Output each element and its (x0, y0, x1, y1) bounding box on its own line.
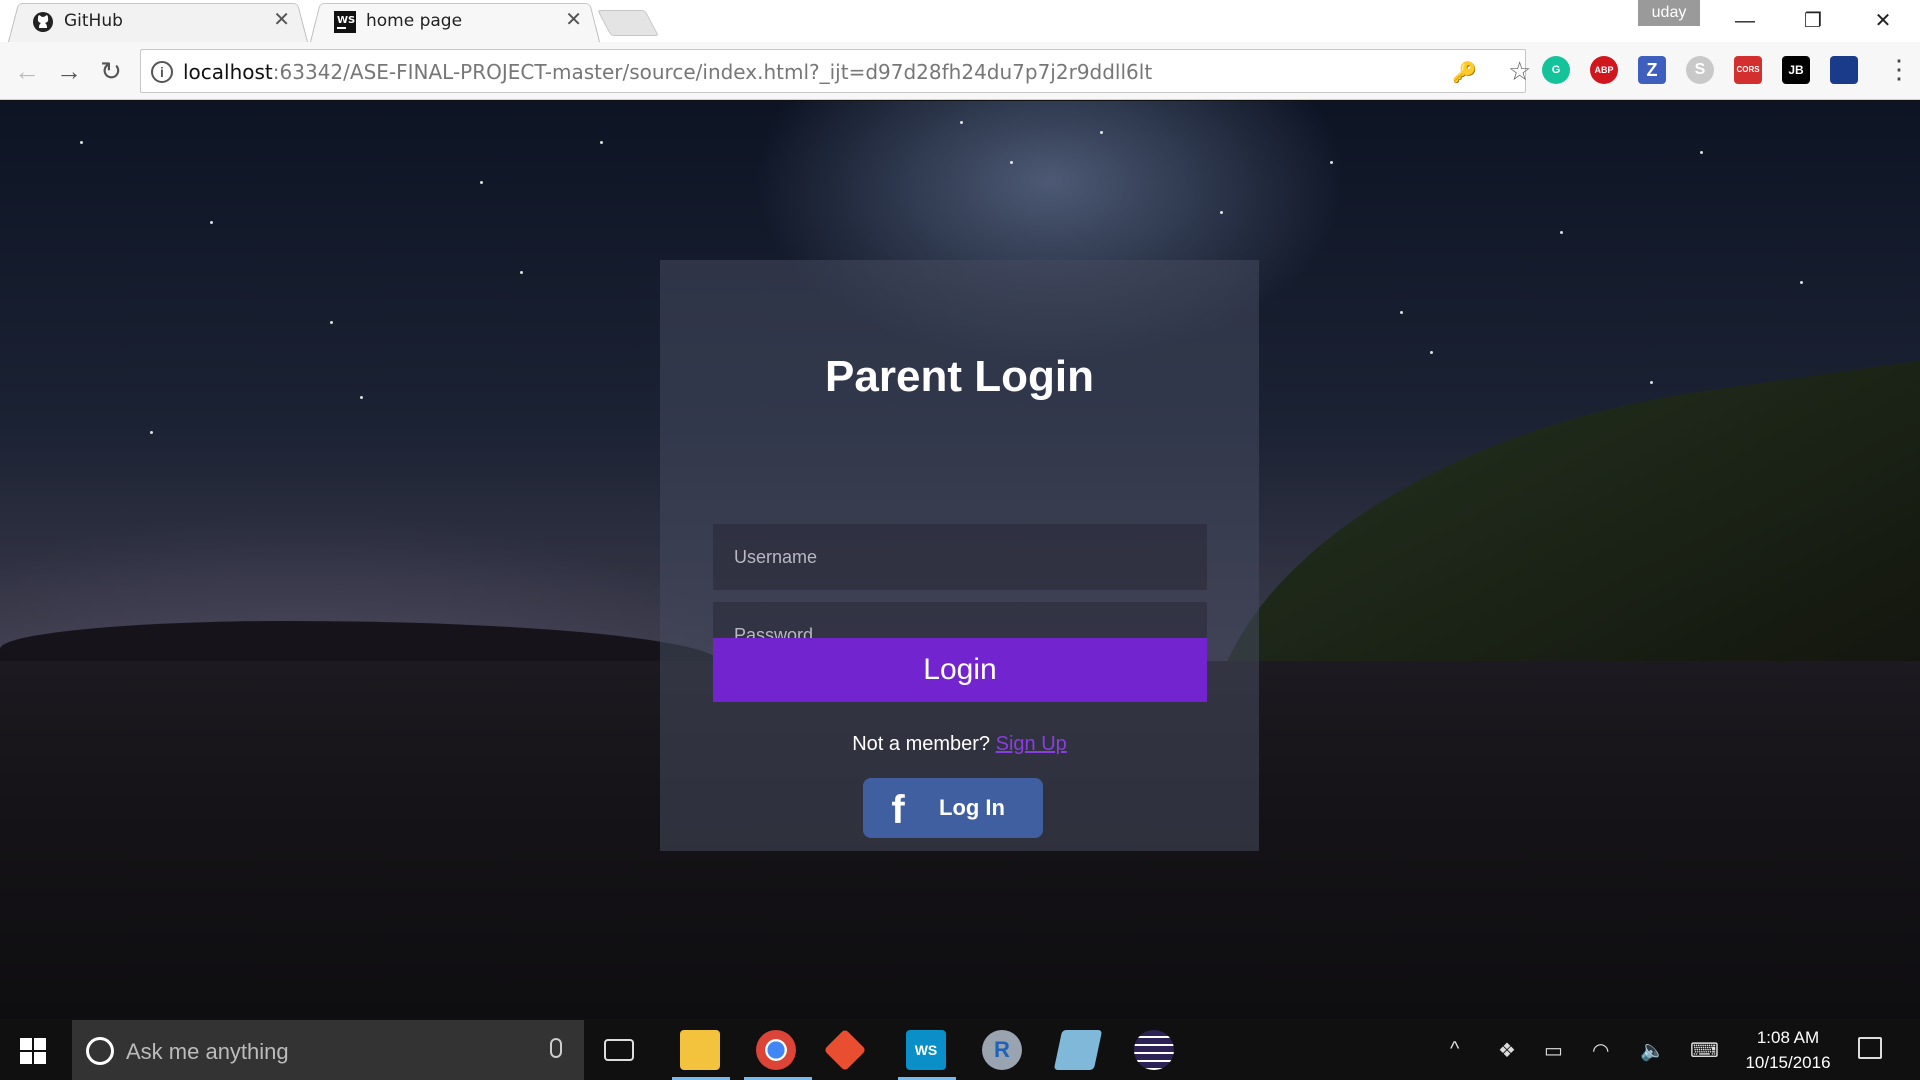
task-view-icon[interactable] (604, 1039, 634, 1061)
username-field[interactable] (713, 524, 1207, 590)
url-host: localhost (183, 60, 273, 84)
star-dot (600, 141, 603, 144)
skype-icon[interactable]: S (1686, 56, 1714, 84)
webstorm-icon[interactable]: WS (906, 1030, 946, 1070)
zotero-icon[interactable]: Z (1638, 56, 1666, 84)
login-title: Parent Login (825, 352, 1094, 401)
volume-icon[interactable]: 🔈 (1640, 1038, 1665, 1063)
webstorm-icon: WS (334, 11, 356, 33)
adblock-plus-icon[interactable]: ABP (1590, 56, 1618, 84)
address-bar[interactable]: i localhost:63342/ASE-FINAL-PROJECT-mast… (140, 49, 1531, 93)
tab-title: GitHub (64, 11, 123, 31)
cortana-icon (86, 1037, 114, 1065)
forward-arrow-icon[interactable]: → (52, 54, 86, 88)
page-background: Parent Login Login Not a member? Sign Up… (0, 101, 1920, 1019)
new-tab-button[interactable] (597, 10, 659, 36)
star-dot (1560, 231, 1563, 234)
facebook-login-label: Log In (939, 795, 1005, 820)
tab-title: home page (366, 11, 463, 31)
star-dot (1430, 351, 1433, 354)
restore-icon[interactable]: ❐ (1780, 0, 1846, 42)
star-dot (330, 321, 333, 324)
cors-icon[interactable]: CORS (1734, 56, 1762, 84)
cortana-search-box[interactable]: Ask me anything (72, 1020, 584, 1080)
close-tab-icon[interactable]: ✕ (565, 10, 582, 30)
tab-strip: GitHub ✕ WS home page ✕ uday — ❐ ✕ (0, 0, 1920, 42)
url-text[interactable]: localhost:63342/ASE-FINAL-PROJECT-master… (183, 60, 1152, 84)
show-hidden-icons-chevron-icon[interactable]: ^ (1450, 1038, 1459, 1061)
svg-text:WS: WS (337, 15, 355, 26)
profile-button[interactable]: uday (1638, 0, 1700, 26)
notes-icon[interactable] (1053, 1030, 1103, 1070)
login-panel: Parent Login Login Not a member? Sign Up… (660, 260, 1259, 851)
star-dot (150, 431, 153, 434)
github-icon (33, 12, 53, 32)
system-clock[interactable]: 1:08 AM 10/15/2016 (1738, 1025, 1838, 1075)
chrome-icon[interactable] (756, 1030, 796, 1070)
member-prompt: Not a member? Sign Up (660, 733, 1259, 756)
action-center-icon[interactable] (1858, 1037, 1882, 1059)
tab-home-page[interactable]: WS home page ✕ (310, 0, 600, 42)
battery-icon[interactable]: ▭ (1544, 1038, 1563, 1063)
close-tab-icon[interactable]: ✕ (273, 10, 290, 30)
star-dot (1100, 131, 1103, 134)
facebook-icon: f (891, 788, 905, 832)
windows-start-icon[interactable] (20, 1038, 46, 1064)
search-placeholder: Ask me anything (126, 1039, 289, 1064)
git-icon[interactable] (823, 1028, 867, 1072)
back-arrow-icon[interactable]: ← (10, 54, 44, 88)
microphone-icon[interactable] (550, 1038, 562, 1058)
close-window-icon[interactable]: ✕ (1850, 0, 1916, 42)
star-dot (1700, 151, 1703, 154)
info-icon[interactable]: i (151, 61, 173, 83)
star-dot (1330, 161, 1333, 164)
keyboard-icon[interactable]: ⌨ (1690, 1038, 1719, 1063)
dropbox-icon[interactable]: ❖ (1498, 1038, 1516, 1063)
wifi-icon[interactable]: ◠ (1592, 1038, 1609, 1063)
star-dot (1220, 211, 1223, 214)
file-explorer-icon[interactable] (680, 1030, 720, 1070)
clock-time: 1:08 AM (1756, 1028, 1820, 1047)
jetbrains-icon[interactable]: JB (1782, 56, 1810, 84)
star-dot (360, 396, 363, 399)
star-dot (520, 271, 523, 274)
star-dot (1800, 281, 1803, 284)
login-button[interactable]: Login (713, 638, 1207, 702)
star-dot (480, 181, 483, 184)
star-dot (1400, 311, 1403, 314)
star-dot (1650, 381, 1653, 384)
star-dot (80, 141, 83, 144)
member-text: Not a member? (852, 733, 991, 755)
r-icon[interactable]: R (982, 1030, 1022, 1070)
grammarly-icon[interactable]: G (1542, 56, 1570, 84)
flag-icon[interactable] (1830, 56, 1858, 84)
key-icon[interactable]: 🔑 (1452, 60, 1477, 85)
bookmark-star-icon[interactable]: ☆ (1508, 56, 1531, 86)
reload-icon[interactable]: ↻ (94, 54, 128, 88)
tab-github[interactable]: GitHub ✕ (8, 0, 308, 42)
chrome-menu-icon[interactable]: ⋮ (1886, 54, 1912, 84)
signup-link[interactable]: Sign Up (996, 733, 1067, 755)
clock-date: 10/15/2016 (1745, 1053, 1831, 1072)
star-dot (210, 221, 213, 224)
star-dot (960, 121, 963, 124)
facebook-login-button[interactable]: f Log In (863, 778, 1043, 838)
star-dot (1010, 161, 1013, 164)
url-path: :63342/ASE-FINAL-PROJECT-master/source/i… (272, 60, 1153, 84)
browser-toolbar: ← → ↻ i localhost:63342/ASE-FINAL-PROJEC… (0, 42, 1920, 100)
minimize-icon[interactable]: — (1712, 0, 1778, 42)
windows-taskbar: Ask me anything WS R ^ ❖ ▭ ◠ 🔈 ⌨ 1:08 AM… (0, 1020, 1920, 1080)
eclipse-icon[interactable] (1134, 1030, 1174, 1070)
